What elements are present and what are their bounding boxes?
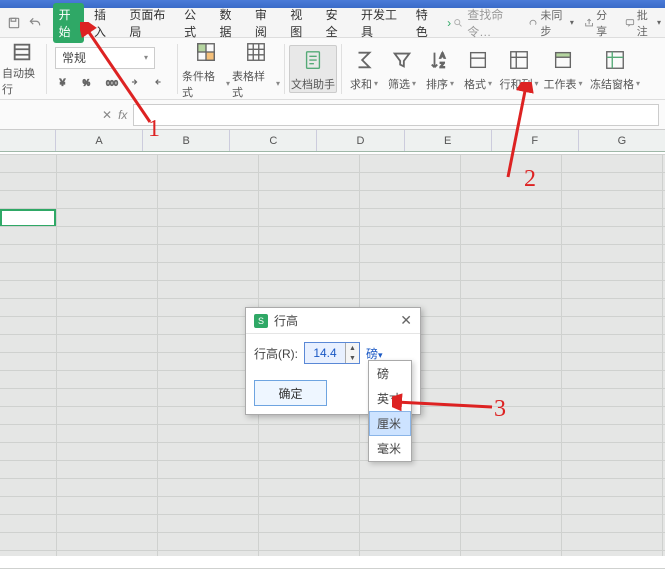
- tab-review[interactable]: 审阅: [249, 3, 280, 43]
- unit-dropdown[interactable]: 磅▾: [366, 345, 383, 362]
- ok-button[interactable]: 确定: [254, 380, 327, 406]
- fx-icon[interactable]: fx: [118, 108, 127, 122]
- decimal-inc-icon[interactable]: [127, 73, 145, 91]
- spin-down-icon[interactable]: ▼: [345, 353, 359, 363]
- tab-dev[interactable]: 开发工具: [355, 3, 406, 43]
- quick-access-bar: 开始 插入 页面布局 公式 数据 审阅 视图 安全 开发工具 特色 › 查找命令…: [0, 8, 665, 38]
- conditional-format-button[interactable]: 条件格式: [182, 38, 230, 100]
- tab-formula[interactable]: 公式: [178, 3, 209, 43]
- sum-button[interactable]: 求和: [346, 46, 382, 92]
- row-height-input[interactable]: [305, 343, 345, 363]
- tab-view[interactable]: 视图: [284, 3, 315, 43]
- name-box[interactable]: [6, 104, 96, 126]
- svg-text:000: 000: [106, 80, 118, 87]
- table-style-button[interactable]: 表格样式: [232, 38, 280, 100]
- spin-up-icon[interactable]: ▲: [345, 343, 359, 353]
- unit-option[interactable]: 毫米: [369, 436, 411, 461]
- tab-special[interactable]: 特色: [410, 3, 441, 43]
- svg-text:¥: ¥: [59, 77, 66, 87]
- tab-security[interactable]: 安全: [320, 3, 351, 43]
- unit-option[interactable]: 磅: [369, 361, 411, 386]
- share-button[interactable]: 分享: [584, 7, 615, 39]
- fx-cancel-icon[interactable]: ✕: [102, 108, 112, 122]
- tab-insert[interactable]: 插入: [88, 3, 119, 43]
- svg-text:A: A: [440, 51, 445, 60]
- sort-button[interactable]: AZ 排序: [422, 46, 458, 92]
- unit-option[interactable]: 厘米: [369, 411, 411, 436]
- tab-layout[interactable]: 页面布局: [123, 3, 174, 43]
- tab-start[interactable]: 开始: [53, 3, 84, 43]
- doc-helper-button[interactable]: 文档助手: [289, 45, 337, 93]
- col-header[interactable]: F: [492, 130, 579, 151]
- number-format-select[interactable]: 常规▾: [55, 47, 155, 69]
- tab-data[interactable]: 数据: [213, 3, 244, 43]
- filter-button[interactable]: 筛选: [384, 46, 420, 92]
- unit-menu: 磅 英寸 厘米 毫米: [368, 360, 412, 462]
- row-col-button[interactable]: 行和列: [498, 46, 540, 92]
- col-header[interactable]: G: [579, 130, 665, 151]
- ribbon: 自动换行 常规▾ ¥ % 000 条件格式 表格样式 文档助手 求和: [0, 38, 665, 100]
- col-header[interactable]: E: [405, 130, 492, 151]
- col-header[interactable]: C: [230, 130, 317, 151]
- unit-option[interactable]: 英寸: [369, 386, 411, 411]
- formula-bar: ✕ fx: [0, 100, 665, 130]
- save-icon[interactable]: [4, 12, 23, 34]
- col-header[interactable]: A: [56, 130, 143, 151]
- close-icon[interactable]: ✕: [400, 312, 412, 329]
- active-cell[interactable]: [0, 209, 56, 227]
- annotation-3: 3: [494, 396, 506, 423]
- currency-icon[interactable]: ¥: [55, 73, 73, 91]
- sync-status[interactable]: 未同步▾: [528, 7, 574, 39]
- row-height-spinner[interactable]: ▲ ▼: [304, 342, 360, 364]
- decimal-dec-icon[interactable]: [151, 73, 169, 91]
- row-height-label: 行高(R):: [254, 345, 298, 362]
- col-header[interactable]: D: [317, 130, 404, 151]
- annotation-1: 1: [148, 116, 160, 143]
- select-all-corner[interactable]: [0, 130, 56, 151]
- app-logo-icon: S: [254, 314, 268, 328]
- ribbon-tabs: 开始 插入 页面布局 公式 数据 审阅 视图 安全 开发工具 特色 ›: [53, 3, 451, 43]
- percent-icon[interactable]: %: [79, 73, 97, 91]
- formula-input[interactable]: [133, 104, 659, 126]
- svg-text:Z: Z: [440, 60, 445, 69]
- tab-more-icon[interactable]: ›: [445, 16, 451, 30]
- wrap-text-group[interactable]: 自动换行: [2, 41, 42, 97]
- comma-icon[interactable]: 000: [103, 73, 121, 91]
- annotation-2: 2: [524, 166, 536, 193]
- svg-text:%: %: [83, 78, 90, 87]
- command-search[interactable]: 查找命令…: [453, 6, 518, 40]
- format-button[interactable]: 格式: [460, 46, 496, 92]
- dialog-title: 行高: [274, 312, 298, 329]
- column-headers: A B C D E F G: [0, 130, 665, 152]
- undo-icon[interactable]: [25, 12, 44, 34]
- worksheet-button[interactable]: 工作表: [542, 46, 584, 92]
- freeze-panes-button[interactable]: 冻结窗格: [586, 46, 644, 92]
- comment-button[interactable]: 批注▾: [625, 7, 661, 39]
